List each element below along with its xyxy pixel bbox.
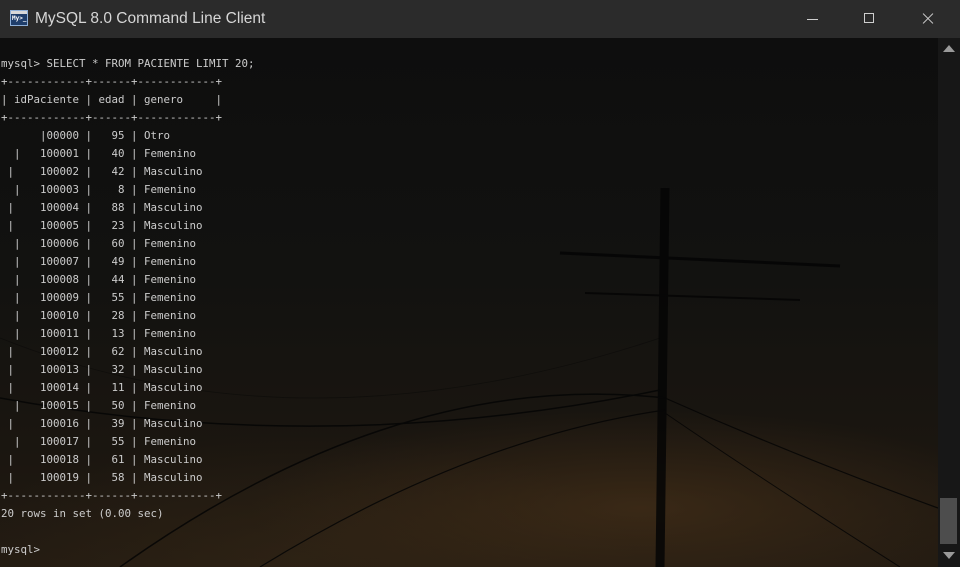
scroll-up-arrow-icon[interactable]: [943, 45, 955, 52]
table-row: | 100001 | 40 | Femenino: [1, 147, 197, 160]
title-bar[interactable]: My>_ MySQL 8.0 Command Line Client: [0, 0, 960, 38]
table-row: | 100005 | 23 | Masculino: [1, 219, 203, 232]
table-row: | 100012 | 62 | Masculino: [1, 345, 203, 358]
terminal-output: mysql> SELECT * FROM PACIENTE LIMIT 20; +…: [1, 55, 255, 559]
app-icon-text: My>_: [12, 15, 27, 22]
minimize-button[interactable]: [790, 0, 836, 38]
table-header: | idPaciente | edad | genero |: [1, 93, 223, 106]
table-row: | 100017 | 55 | Femenino: [1, 435, 197, 448]
mysql-console-icon: My>_: [10, 10, 28, 26]
minimize-icon: [807, 19, 818, 20]
table-row: | 100002 | 42 | Masculino: [1, 165, 203, 178]
close-button[interactable]: [904, 0, 950, 38]
table-row: | 100009 | 55 | Femenino: [1, 291, 197, 304]
maximize-button[interactable]: [846, 0, 892, 38]
table-row: | 100003 | 8 | Femenino: [1, 183, 197, 196]
command-line: mysql> SELECT * FROM PACIENTE LIMIT 20;: [1, 57, 255, 70]
table-border-header: +------------+------+------------+: [1, 111, 223, 124]
result-line: 20 rows in set (0.00 sec): [1, 507, 164, 520]
table-row: | 100004 | 88 | Masculino: [1, 201, 203, 214]
prompt-line[interactable]: mysql>: [1, 541, 255, 559]
table-row: | 100008 | 44 | Femenino: [1, 273, 197, 286]
table-row: | 100015 | 50 | Femenino: [1, 399, 197, 412]
table-row: | 100014 | 11 | Masculino: [1, 381, 203, 394]
table-row: |00000 | 95 | Otro: [1, 129, 171, 142]
window-title: MySQL 8.0 Command Line Client: [35, 10, 266, 27]
vertical-scrollbar[interactable]: [938, 38, 960, 567]
table-row: | 100016 | 39 | Masculino: [1, 417, 203, 430]
table-row: | 100006 | 60 | Femenino: [1, 237, 197, 250]
maximize-icon: [864, 13, 874, 23]
table-row: | 100013 | 32 | Masculino: [1, 363, 203, 376]
table-row: | 100010 | 28 | Femenino: [1, 309, 197, 322]
table-row: | 100019 | 58 | Masculino: [1, 471, 203, 484]
table-border-bottom: +------------+------+------------+: [1, 489, 223, 502]
scroll-down-arrow-icon[interactable]: [943, 552, 955, 559]
scroll-thumb[interactable]: [940, 498, 957, 544]
table-row: | 100011 | 13 | Femenino: [1, 327, 197, 340]
table-row: | 100018 | 61 | Masculino: [1, 453, 203, 466]
console-area[interactable]: mysql> SELECT * FROM PACIENTE LIMIT 20; +…: [0, 38, 938, 567]
table-row: | 100007 | 49 | Femenino: [1, 255, 197, 268]
table-border-top: +------------+------+------------+: [1, 75, 223, 88]
